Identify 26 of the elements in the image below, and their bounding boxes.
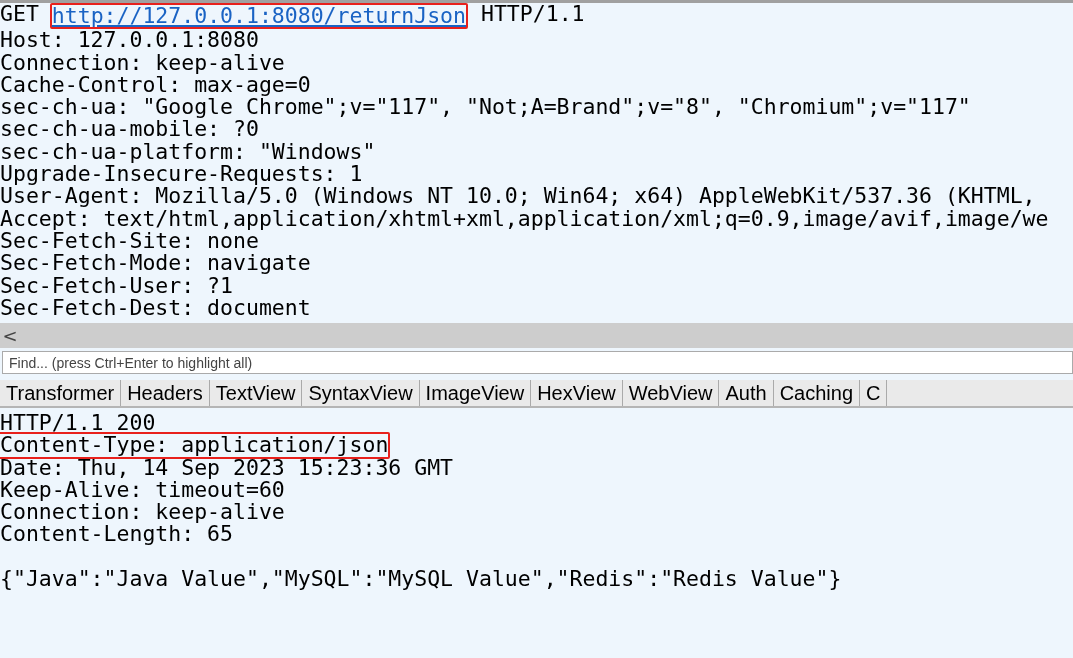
request-method: GET <box>0 3 40 28</box>
scroll-left-arrow[interactable]: < <box>0 325 20 346</box>
response-header: Content-Length: 65 <box>0 523 233 546</box>
request-header: Sec-Fetch-Dest: document <box>0 296 311 320</box>
response-header: Date: Thu, 14 Sep 2023 15:23:36 GMT <box>0 456 454 479</box>
request-header: Upgrade-Insecure-Requests: 1 <box>0 163 363 186</box>
response-header: HTTP/1.1 200 <box>0 412 156 435</box>
request-header: Connection: keep-alive <box>0 51 285 74</box>
request-header: Sec-Fetch-User: ?1 <box>0 274 233 297</box>
find-field[interactable]: Find... (press Ctrl+Enter to highlight all) <box>2 351 1073 374</box>
response-header: Connection: keep-alive <box>0 501 285 524</box>
request-version: HTTP/1.1 <box>479 3 585 28</box>
horizontal-scrollbar[interactable]: < <box>0 323 1073 348</box>
response-header: Keep-Alive: timeout=60 <box>0 478 285 502</box>
request-header: Cache-Control: max-age=0 <box>0 73 311 97</box>
response-body: {"Java":"Java Value","MySQL":"MySQL Value","Redis":"Redis Value"} <box>0 568 842 591</box>
response-header: Content-Type: application/json <box>0 432 391 459</box>
request-header: Accept: text/html,application/xhtml+xml,application/xml;q=0.9,image/avif,image/we <box>0 207 1049 230</box>
request-header: sec-ch-ua-mobile: ?0 <box>0 118 259 141</box>
request-header: sec-ch-ua: "Google Chrome";v="117", "Not;A=Brand";v="8", "Chromium";v="117" <box>0 96 971 119</box>
request-header: Host: 127.0.0.1:8080 <box>0 29 259 52</box>
request-header: sec-ch-ua-platform: "Windows" <box>0 140 376 164</box>
request-header: User-Agent: Mozilla/5.0 (Windows NT 10.0; Win64; x64) AppleWebKit/537.36 (KHTML, <box>0 185 1036 208</box>
request-header: Sec-Fetch-Mode: navigate <box>0 252 311 275</box>
request-url[interactable]: http://127.0.0.1:8080/returnJson <box>49 3 468 30</box>
request-header: Sec-Fetch-Site: none <box>0 229 259 253</box>
